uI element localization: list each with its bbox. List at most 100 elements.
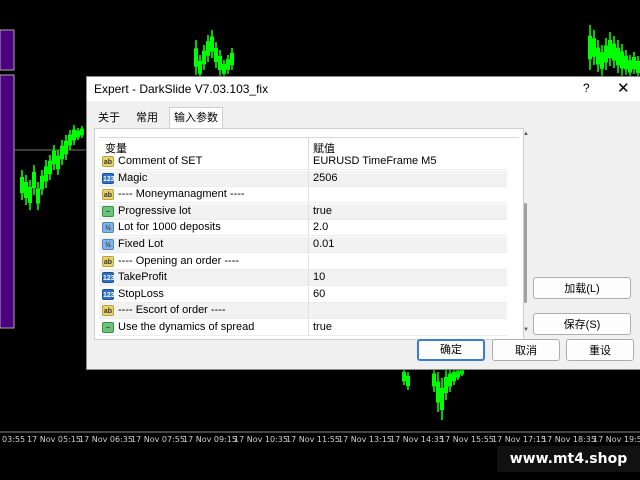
candle-body <box>616 47 620 66</box>
param-name: ---- Opening an order ---- <box>118 254 240 267</box>
param-name: StopLoss <box>118 287 164 300</box>
param-type-icon: 123 <box>102 272 115 284</box>
param-value[interactable]: true <box>313 321 332 333</box>
param-value[interactable]: 2506 <box>313 172 337 184</box>
cancel-button[interactable]: 取消 <box>492 339 560 361</box>
param-value[interactable]: 60 <box>313 288 325 300</box>
param-value[interactable]: 2.0 <box>313 221 328 233</box>
candle-body <box>20 177 24 193</box>
tab-common[interactable]: 常用 <box>132 109 162 127</box>
param-name: ---- Escort of order ---- <box>118 304 226 317</box>
scroll-up-icon[interactable]: ▲ <box>522 131 530 137</box>
candle-body <box>448 373 452 387</box>
param-value[interactable]: 0.01 <box>313 238 334 250</box>
table-row[interactable]: ½ Fixed Lot 0.01 <box>99 237 507 253</box>
candle-body <box>596 47 600 65</box>
param-name: Progressive lot <box>118 204 191 217</box>
table-row[interactable]: ~ Progressive lot true <box>99 203 507 220</box>
table-row[interactable]: 123 StopLoss 60 <box>99 286 507 303</box>
indicator-panel <box>0 74 15 329</box>
candle-body <box>604 45 608 63</box>
time-axis-label: 17 Nov 07:55 <box>131 435 185 444</box>
table-row[interactable]: ab Comment of SET EURUSD TimeFrame M5 <box>99 154 507 170</box>
param-value[interactable]: true <box>313 205 332 217</box>
param-type-icon: 123 <box>102 172 115 184</box>
candle-body <box>624 55 628 70</box>
indicator-panel <box>0 29 15 71</box>
candle-body <box>440 388 444 410</box>
title-bar[interactable]: Expert - DarkSlide V7.03.103_fix ? ✕ <box>87 77 640 101</box>
time-axis-label: 17 Nov 06:35 <box>79 435 133 444</box>
expert-dialog: Expert - DarkSlide V7.03.103_fix ? ✕ 关于 … <box>86 76 640 370</box>
dialog-title: Expert - DarkSlide V7.03.103_fix <box>94 82 269 96</box>
tab-inputs[interactable]: 输入参数 <box>169 107 223 129</box>
param-type-icon: ½ <box>102 239 114 250</box>
candle-body <box>588 35 592 60</box>
watermark: www.mt4.shop <box>497 446 640 472</box>
param-type-icon: ab <box>102 156 114 167</box>
table-row[interactable]: ½ Lot for 1000 deposits 2.0 <box>99 220 507 237</box>
vertical-scrollbar[interactable] <box>522 203 528 303</box>
candle-body <box>44 166 48 182</box>
close-icon[interactable]: ✕ <box>617 79 630 97</box>
candle-body <box>592 38 596 57</box>
candle-body <box>80 128 84 136</box>
param-name: Comment of SET <box>118 155 203 167</box>
inputs-panel: 变量 赋值 ab Comment of SET EURUSD TimeFrame M… <box>94 128 529 340</box>
candle-body <box>636 61 640 73</box>
tab-about[interactable]: 关于 <box>94 109 124 127</box>
time-axis-label: 17 Nov 19:55 <box>593 435 640 444</box>
table-row[interactable]: ab ---- Opening an order ---- <box>99 253 507 270</box>
time-axis-label: 17 Nov 11:55 <box>286 435 340 444</box>
candle-body <box>436 381 440 403</box>
candle-body <box>28 187 32 203</box>
time-axis-label: 17 Nov 14:35 <box>390 435 444 444</box>
help-icon[interactable]: ? <box>583 81 590 95</box>
time-axis-label: 17 Nov 05:15 <box>27 435 81 444</box>
time-axis-label: 17 Nov 15:55 <box>440 435 494 444</box>
candle-body <box>608 40 612 58</box>
table-row[interactable]: ab ---- Moneymanagment ---- <box>99 187 507 204</box>
time-axis-label: 17 Nov 10:35 <box>234 435 288 444</box>
table-header: 变量 赋值 <box>99 138 507 155</box>
table-row[interactable]: 123 TakeProfit 10 <box>99 270 507 287</box>
load-button[interactable]: 加载(L) <box>533 277 631 299</box>
reset-button[interactable]: 重设 <box>566 339 634 361</box>
param-value[interactable]: EURUSD TimeFrame M5 <box>313 155 436 167</box>
candle-body <box>40 175 44 190</box>
candle-body <box>222 64 226 74</box>
param-value[interactable]: 10 <box>313 271 325 283</box>
param-name: Use the dynamics of spread <box>118 321 255 333</box>
candle-body <box>620 51 624 69</box>
candle-body <box>612 43 616 61</box>
table-row[interactable]: 123 Magic 2506 <box>99 170 507 187</box>
scrollbar-thumb[interactable] <box>524 203 527 303</box>
param-type-icon: ~ <box>102 205 114 217</box>
param-type-icon: 123 <box>102 288 115 300</box>
table-row[interactable]: ab ---- Escort of order ---- <box>99 303 507 320</box>
candle-body <box>56 155 60 170</box>
table-row[interactable]: ~ Use the dynamics of spread true <box>99 320 507 336</box>
param-name: Magic <box>118 171 148 184</box>
candle-body <box>60 145 64 160</box>
candle-body <box>76 130 80 138</box>
time-axis: 03:55 17 Nov 05:15 17 Nov 06:35 17 Nov 07:5… <box>0 433 640 447</box>
param-name: Fixed Lot <box>118 238 164 250</box>
param-name: Lot for 1000 deposits <box>118 221 221 234</box>
scroll-down-icon[interactable]: ▼ <box>522 327 530 333</box>
param-type-icon: ab <box>102 189 114 201</box>
save-button[interactable]: 保存(S) <box>533 313 631 335</box>
time-axis-label: 03:55 <box>2 435 26 444</box>
candle-body <box>456 370 460 378</box>
candle-body <box>226 59 230 70</box>
candle-body <box>406 376 410 386</box>
time-axis-label: 17 Nov 18:35 <box>542 435 596 444</box>
param-type-icon: ab <box>102 255 114 267</box>
param-name: ---- Moneymanagment ---- <box>118 188 245 201</box>
candle-body <box>198 60 202 75</box>
parameters-table: 变量 赋值 ab Comment of SET EURUSD TimeFrame M… <box>99 137 519 338</box>
candle-body <box>628 60 632 73</box>
ok-button[interactable]: 确定 <box>417 339 485 361</box>
candle-body <box>24 182 28 198</box>
candle-body <box>206 41 210 56</box>
